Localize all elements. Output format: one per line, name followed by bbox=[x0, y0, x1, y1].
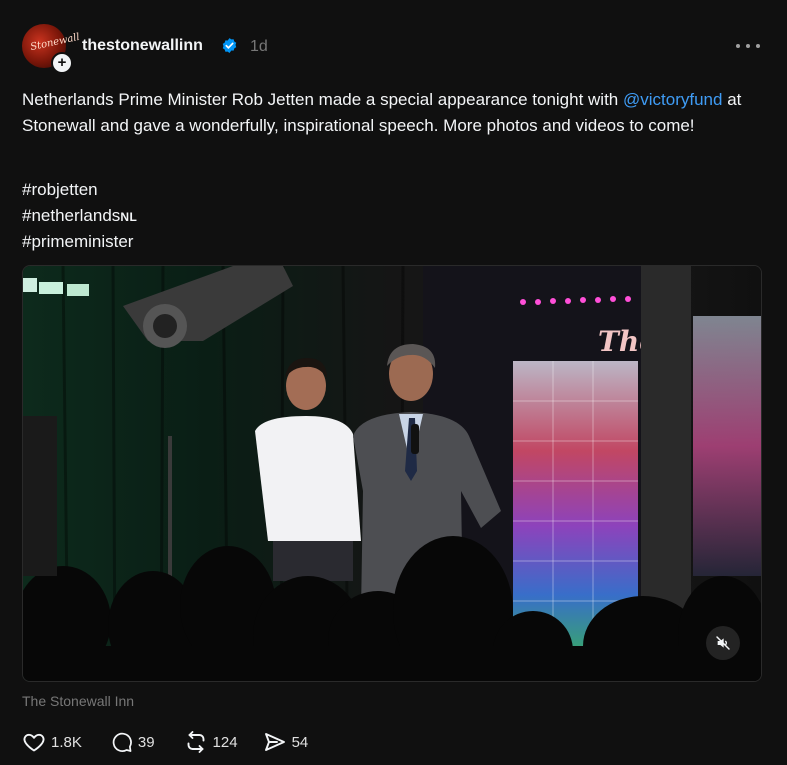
repost-count: 124 bbox=[212, 733, 238, 751]
hashtag-list: #robjetten #netherlandsNL #primeminister bbox=[22, 177, 137, 255]
follow-plus-button[interactable]: + bbox=[51, 52, 73, 74]
post-actions-bar: 1.8K 39 124 54 bbox=[22, 730, 308, 754]
post-caption: Netherlands Prime Minister Rob Jetten ma… bbox=[22, 90, 742, 135]
send-icon bbox=[264, 733, 285, 751]
nl-flag-text: NL bbox=[120, 210, 138, 224]
threads-post: Stonewall + thestonewallinn 1d Netherlan… bbox=[0, 0, 787, 765]
hashtag-netherlands[interactable]: #netherlandsNL bbox=[22, 203, 137, 229]
comment-count: 39 bbox=[137, 733, 155, 751]
avatar-logo: Stonewall bbox=[29, 31, 81, 54]
post-timestamp: 1d bbox=[250, 38, 268, 55]
post-video[interactable]: TheS bbox=[22, 265, 762, 682]
share-count: 54 bbox=[291, 733, 309, 751]
more-dots-icon bbox=[736, 44, 740, 48]
comment-button[interactable]: 39 bbox=[111, 730, 155, 754]
video-frame: TheS bbox=[23, 266, 761, 681]
heart-icon bbox=[23, 733, 45, 752]
mute-toggle-button[interactable] bbox=[706, 626, 740, 660]
share-button[interactable]: 54 bbox=[263, 730, 309, 754]
more-options-button[interactable] bbox=[736, 39, 760, 53]
comment-icon bbox=[112, 732, 132, 752]
profile-avatar[interactable]: Stonewall + bbox=[22, 24, 81, 74]
muted-speaker-icon bbox=[716, 636, 730, 650]
post-username[interactable]: thestonewallinn bbox=[82, 37, 203, 55]
repost-icon bbox=[187, 731, 204, 753]
post-location[interactable]: The Stonewall Inn bbox=[22, 693, 134, 709]
verified-badge-icon bbox=[222, 38, 237, 53]
like-button[interactable]: 1.8K bbox=[22, 730, 82, 754]
repost-button[interactable]: 124 bbox=[184, 730, 238, 754]
hashtag-primeminister[interactable]: #primeminister bbox=[22, 229, 137, 255]
like-count: 1.8K bbox=[51, 733, 82, 751]
hashtag-robjetten[interactable]: #robjetten bbox=[22, 177, 137, 203]
mention-link[interactable]: @victoryfund bbox=[623, 90, 722, 109]
